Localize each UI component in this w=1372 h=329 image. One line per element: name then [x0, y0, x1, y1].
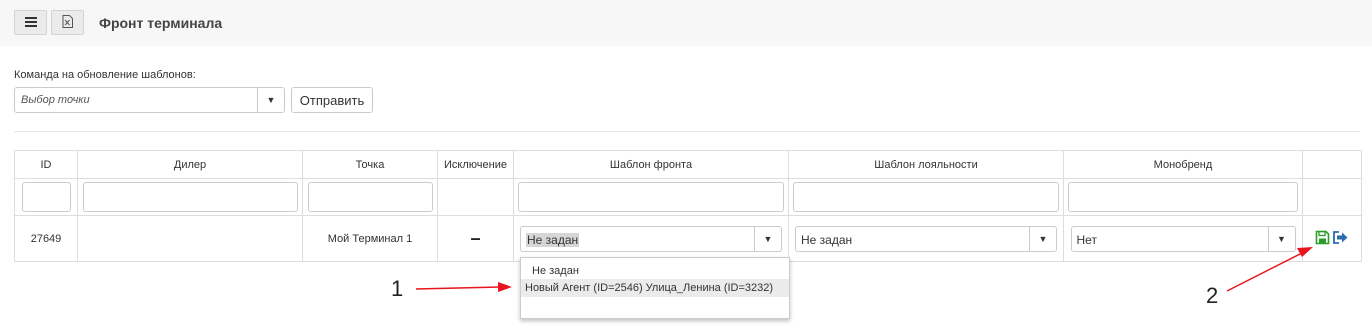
annotation-arrow-1: [415, 282, 512, 292]
annotation-arrow-2: [1226, 247, 1313, 292]
annotation-marker-1: 1: [391, 276, 404, 301]
annotation-marker-2: 2: [1206, 283, 1219, 308]
annotation-arrows: [415, 247, 1313, 292]
